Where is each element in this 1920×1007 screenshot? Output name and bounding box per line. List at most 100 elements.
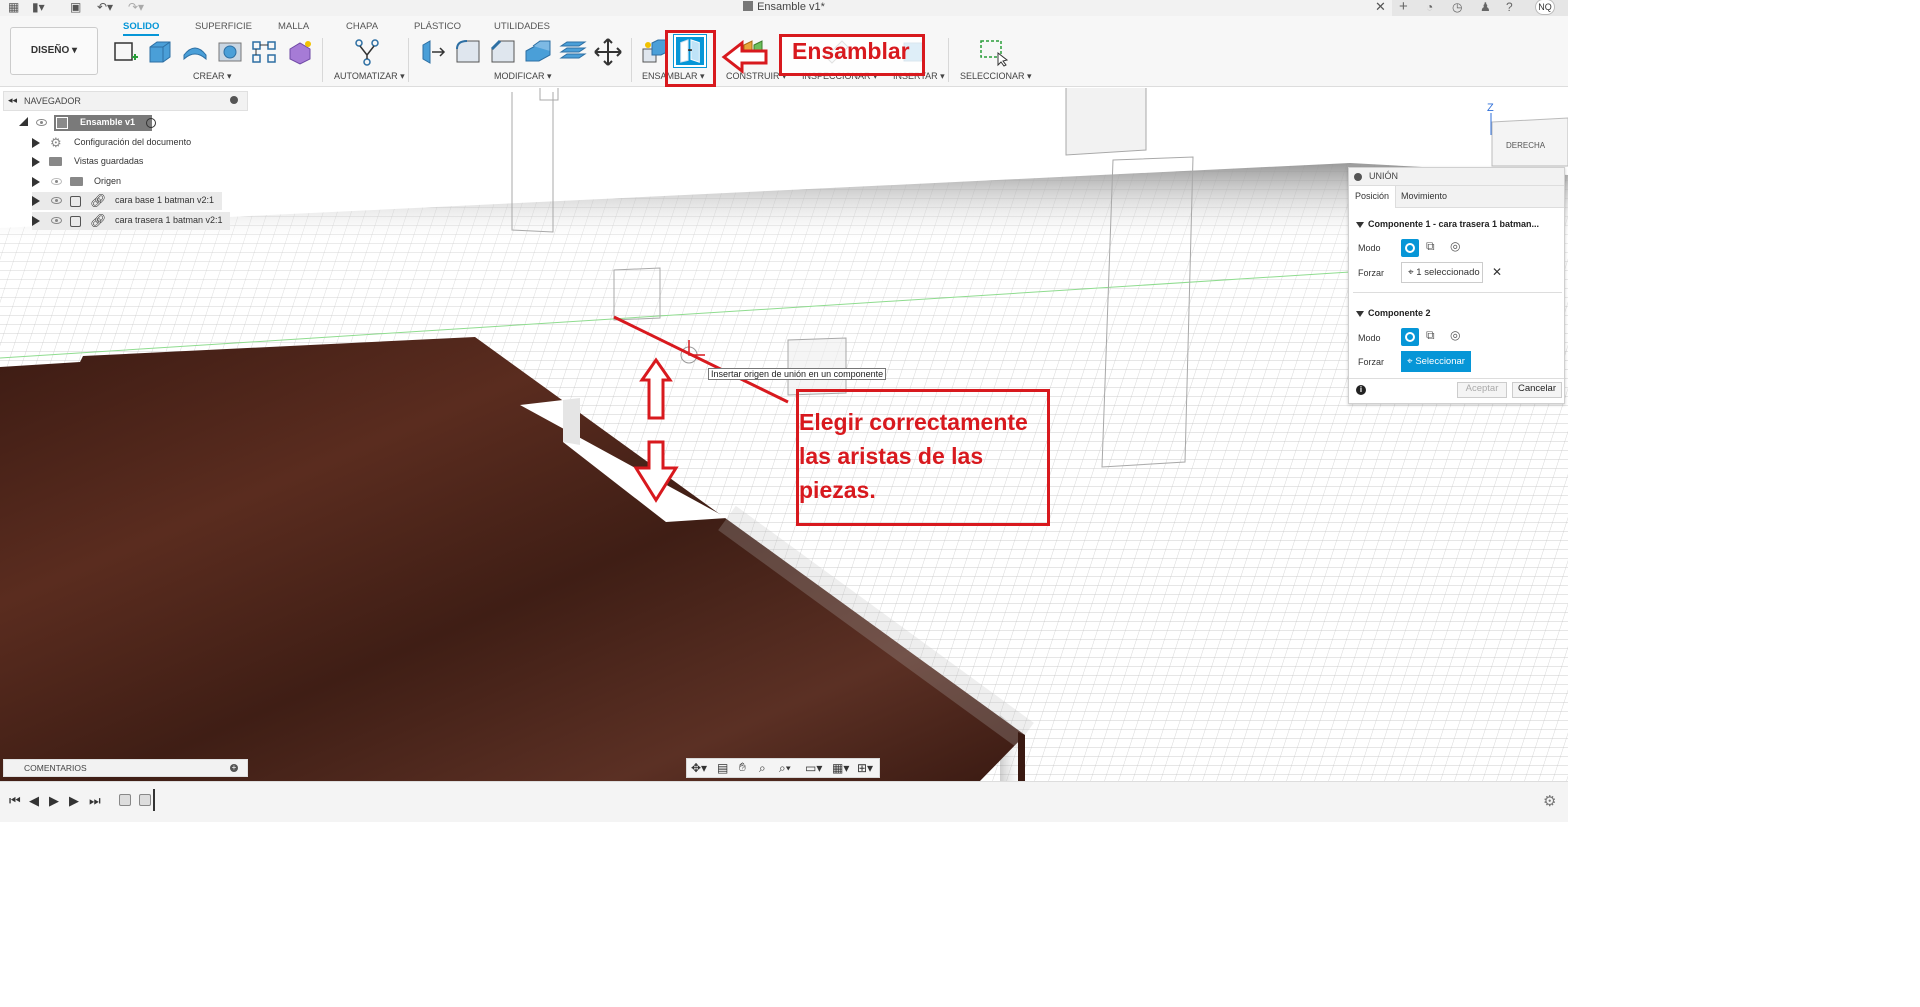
help-icon[interactable]: ? <box>1506 0 1513 14</box>
mode-between-icon[interactable]: ⧉ <box>1426 239 1444 257</box>
mode-hole-center-icon[interactable]: ◎ <box>1450 328 1468 346</box>
orbit-icon[interactable]: ✥▾ <box>691 761 707 775</box>
close-tab-icon[interactable]: ✕ <box>1375 0 1386 15</box>
activate-radio-icon[interactable] <box>146 118 156 128</box>
collapse-panel-icon[interactable]: ◂◂ <box>8 95 17 106</box>
visibility-eye-icon[interactable] <box>36 119 47 126</box>
accept-button[interactable]: Aceptar <box>1457 382 1507 398</box>
look-at-icon[interactable]: ▤ <box>717 761 728 775</box>
clear-selection-icon[interactable]: ✕ <box>1492 265 1502 279</box>
play-icon[interactable]: ▶︎ <box>49 793 59 809</box>
tree-item-config[interactable]: ⚙ Configuración del documento <box>32 134 202 152</box>
viewports-icon[interactable]: ⊞▾ <box>857 761 873 775</box>
job-status-icon[interactable]: ◷ <box>1452 0 1462 14</box>
move-copy-icon[interactable] <box>593 37 623 67</box>
collapse-dialog-icon[interactable] <box>1354 173 1362 181</box>
workspace-switcher-button[interactable]: DISEÑO ▾ <box>10 27 98 75</box>
tab-malla[interactable]: MALLA <box>278 21 309 32</box>
tree-item-saved-views[interactable]: Vistas guardadas <box>32 153 202 171</box>
mode-hole-center-icon[interactable]: ◎ <box>1450 239 1468 257</box>
pattern-icon[interactable] <box>250 37 280 67</box>
seleccionar-group-label[interactable]: SELECCIONAR ▾ <box>960 71 1032 82</box>
tree-item-cara-base[interactable]: 🔗︎ cara base 1 batman v2:1 <box>32 192 222 210</box>
annotation-line-3: piezas. <box>799 477 876 503</box>
cancel-button[interactable]: Cancelar <box>1512 382 1562 398</box>
expand-icon[interactable] <box>32 157 40 167</box>
panel-options-icon[interactable] <box>230 96 238 104</box>
combine-icon[interactable] <box>558 37 588 67</box>
tree-root-row[interactable]: Ensamble v1 <box>16 114 166 132</box>
visibility-eye-icon[interactable] <box>51 217 62 224</box>
tree-item-cara-trasera[interactable]: 🔗︎ cara trasera 1 batman v2:1 <box>32 212 230 230</box>
expand-icon[interactable] <box>32 138 40 148</box>
user-avatar[interactable]: NQ <box>1535 0 1555 15</box>
tab-plastico[interactable]: PLÁSTICO <box>414 21 461 32</box>
info-icon[interactable]: i <box>1356 385 1366 395</box>
tab-superficie[interactable]: SUPERFICIE <box>195 21 252 32</box>
tab-chapa[interactable]: CHAPA <box>346 21 378 32</box>
timeline-settings-gear-icon[interactable]: ⚙ <box>1543 792 1556 810</box>
visibility-eye-icon[interactable] <box>51 197 62 204</box>
joint-button[interactable] <box>673 34 707 68</box>
component1-selection-field[interactable]: ⌖ 1 seleccionado <box>1401 262 1483 283</box>
expand-icon[interactable] <box>32 177 40 187</box>
3d-viewport[interactable]: DERECHA Z <box>0 88 1568 781</box>
go-to-start-icon[interactable]: ⏮ <box>9 793 21 809</box>
comments-label: COMENTARIOS <box>24 763 87 773</box>
hidden-eye-icon[interactable] <box>51 178 62 185</box>
tab-movimiento[interactable]: Movimiento <box>1395 186 1453 208</box>
ensamblar-group-label[interactable]: ENSAMBLAR ▾ <box>642 71 705 82</box>
expand-icon[interactable] <box>32 196 40 206</box>
tab-posicion[interactable]: Posición <box>1349 186 1397 208</box>
mode-between-icon[interactable]: ⧉ <box>1426 328 1444 346</box>
fillet-icon[interactable] <box>453 37 483 67</box>
chamfer-icon[interactable] <box>488 37 518 67</box>
mode-simple-icon[interactable] <box>1401 239 1419 257</box>
joint-dialog-header[interactable]: UNIÓN <box>1349 168 1564 186</box>
select-window-icon[interactable] <box>978 37 1008 67</box>
component2-select-button[interactable]: ⌖ Seleccionar <box>1401 351 1471 372</box>
pan-hand-icon[interactable]: ✋︎ <box>739 760 746 775</box>
timeline-component-icon[interactable] <box>139 794 151 806</box>
new-component-icon[interactable] <box>640 37 670 67</box>
tab-solido[interactable]: SOLIDO <box>123 21 160 36</box>
browser-panel-header[interactable]: ◂◂ NAVEGADOR <box>3 91 248 111</box>
modificar-group-label[interactable]: MODIFICAR ▾ <box>494 71 552 82</box>
press-pull-icon[interactable] <box>418 37 448 67</box>
section-toggle-icon[interactable] <box>1356 222 1364 228</box>
notifications-icon[interactable]: ♟ <box>1480 0 1491 14</box>
step-forward-icon[interactable]: ▶︎ <box>69 793 79 809</box>
component1-mode-label: Modo <box>1358 243 1381 253</box>
hole-icon[interactable] <box>215 37 245 67</box>
new-tab-icon[interactable]: + <box>1399 0 1408 15</box>
revolve-icon[interactable] <box>180 37 210 67</box>
create-form-icon[interactable] <box>285 37 315 67</box>
comments-panel-header[interactable]: COMENTARIOS + <box>3 759 248 777</box>
timeline-component-icon[interactable] <box>119 794 131 806</box>
component2-force-label: Forzar <box>1358 357 1385 367</box>
add-comment-icon[interactable]: + <box>230 764 238 772</box>
component2-select-text: Seleccionar <box>1415 356 1465 367</box>
step-back-icon[interactable]: ◀︎ <box>29 793 39 809</box>
zoom-icon[interactable]: ⌕ <box>759 761 766 776</box>
timeline-marker[interactable] <box>153 789 155 811</box>
fit-zoom-icon[interactable]: ⌕▾ <box>779 761 791 776</box>
shell-icon[interactable] <box>523 37 553 67</box>
extensions-icon[interactable]: ◔ <box>1426 0 1433 14</box>
inspeccionar-group-label[interactable]: INSPECCIONAR ▾ <box>802 71 878 82</box>
automatizar-group-label[interactable]: AUTOMATIZAR ▾ <box>334 71 405 82</box>
expand-icon[interactable] <box>32 216 40 226</box>
section-toggle-icon[interactable] <box>1356 311 1364 317</box>
create-sketch-icon[interactable] <box>110 37 140 67</box>
extrude-icon[interactable] <box>145 37 175 67</box>
insertar-group-label[interactable]: INSERTAR ▾ <box>893 71 945 82</box>
expand-root-icon[interactable] <box>19 117 28 126</box>
automate-icon[interactable] <box>352 37 382 67</box>
go-to-end-icon[interactable]: ⏭ <box>89 793 101 809</box>
crear-group-label[interactable]: CREAR ▾ <box>193 71 232 82</box>
tree-item-origin[interactable]: Origen <box>32 173 202 191</box>
tab-utilidades[interactable]: UTILIDADES <box>494 21 550 32</box>
mode-simple-icon[interactable] <box>1401 328 1419 346</box>
grid-settings-icon[interactable]: ▦▾ <box>832 761 849 775</box>
display-settings-icon[interactable]: ▭▾ <box>805 761 822 775</box>
